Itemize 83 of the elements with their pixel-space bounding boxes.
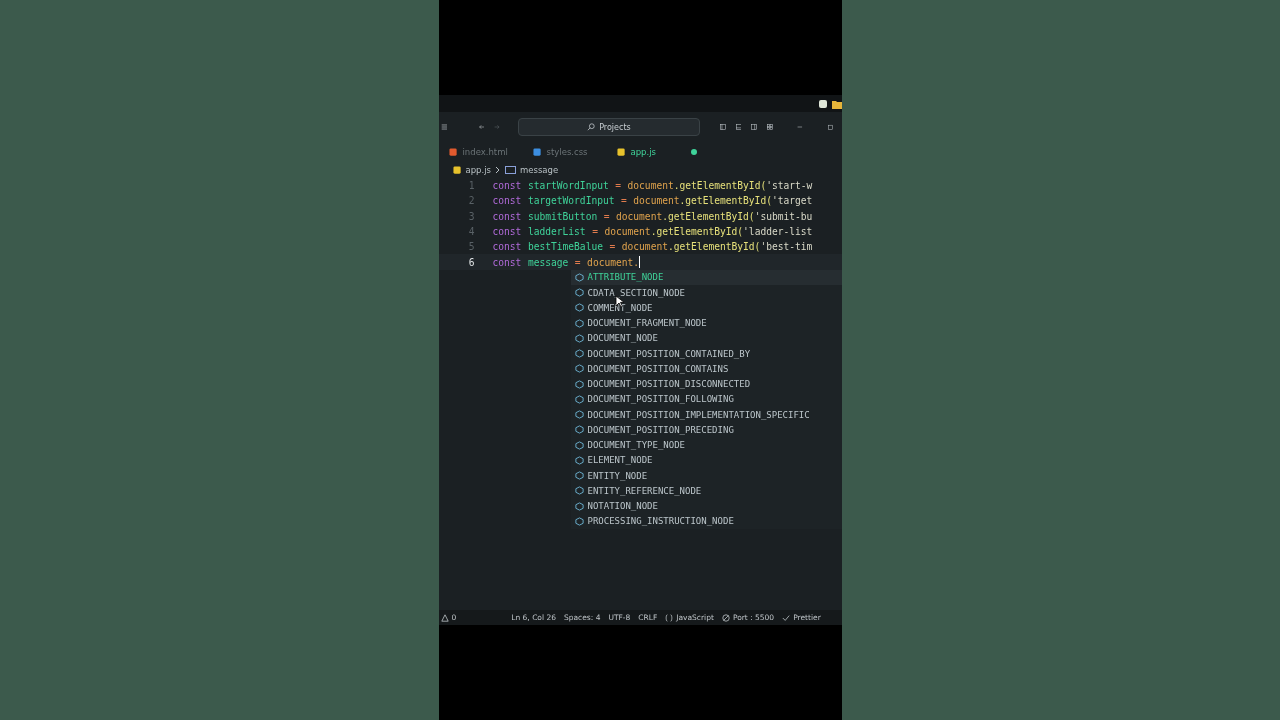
file-icon: [532, 147, 542, 157]
suggestion-item[interactable]: DOCUMENT_FRAGMENT_NODE: [570, 315, 842, 331]
braces-icon: [665, 613, 674, 622]
code-token: 'target: [771, 195, 813, 207]
suggestion-item[interactable]: PROCESSING_INSTRUCTION_NODE: [570, 513, 842, 530]
search-field[interactable]: Projects: [517, 118, 700, 136]
code-token: =: [603, 210, 610, 222]
menu-icon: [440, 122, 448, 132]
suggestion-item[interactable]: ELEMENT_NODE: [570, 452, 842, 469]
code-token: document: [627, 180, 674, 192]
folder-icon: [831, 98, 842, 109]
suggestion-item[interactable]: DOCUMENT_POSITION_CONTAINED_BY: [570, 346, 842, 362]
code-token: message: [527, 256, 569, 268]
suggestion-item[interactable]: NOTATION_NODE: [570, 498, 842, 514]
code-token: .getElementById(: [668, 241, 761, 253]
code-token: const: [492, 241, 522, 253]
code-token: 'start-w: [766, 180, 813, 192]
code-token: 'ladder-list: [743, 226, 813, 238]
code-token: const: [492, 195, 522, 207]
code-token: .getElementById(: [662, 210, 755, 222]
code-token: 'best-tim: [760, 241, 813, 253]
code-token: document.: [587, 256, 640, 268]
code-token: submitButton: [527, 210, 598, 222]
breadcrumb-item[interactable]: message: [520, 165, 559, 175]
code-token: document: [633, 195, 680, 207]
line-number: 1: [467, 180, 476, 192]
suggestion-item[interactable]: DOCUMENT_POSITION_DISCONNECTED: [570, 376, 842, 392]
code-token: .getElementById(: [650, 226, 744, 238]
layout-icon: [751, 122, 757, 132]
suggestion-item[interactable]: DOCUMENT_POSITION_CONTAINS: [570, 361, 842, 377]
code-token: =: [615, 180, 622, 192]
check-icon: [782, 613, 791, 622]
code-token: const: [492, 226, 522, 238]
file-icon: [616, 147, 626, 157]
layout-grid-icon: [766, 122, 773, 132]
code-token: 'submit-bu: [754, 210, 813, 222]
code-token: .getElementById(: [679, 195, 772, 207]
chevron-right-icon: [495, 166, 501, 174]
code-token: =: [574, 256, 581, 268]
line-number: 5: [467, 241, 476, 253]
code-token: .getElementById(: [673, 180, 767, 192]
code-token: ladderList: [527, 226, 586, 238]
forward-arrow-icon: [494, 122, 500, 132]
code-token: const: [492, 180, 522, 192]
editor-tab[interactable]: index.html: [448, 147, 527, 157]
code-token: document: [621, 241, 668, 253]
code-token: document: [616, 210, 663, 222]
blocked-icon: [721, 613, 730, 622]
editor-tab[interactable]: styles.css: [532, 147, 611, 157]
editor-tab[interactable]: app.js: [616, 147, 697, 157]
suggestion-item[interactable]: DOCUMENT_POSITION_FOLLOWING: [570, 391, 842, 408]
line-number: 4: [467, 226, 476, 238]
code-token: =: [621, 195, 627, 207]
layout-icon: [735, 122, 742, 132]
line-number: 3: [467, 210, 476, 222]
line-number: 2: [467, 195, 476, 207]
suggestion-item[interactable]: DOCUMENT_POSITION_PRECEDING: [570, 422, 842, 438]
suggestion-item[interactable]: DOCUMENT_TYPE_NODE: [570, 437, 842, 453]
code-token: const: [492, 210, 522, 222]
variable-icon: [505, 166, 516, 174]
back-arrow-icon: [478, 122, 485, 132]
code-token: bestTimeBalue: [527, 241, 603, 253]
breadcrumb-item[interactable]: app.js: [465, 165, 491, 175]
warning-icon: [440, 613, 449, 622]
app-icon: [817, 98, 828, 109]
modified-dot-icon: [690, 149, 697, 155]
code-token: targetWordInput: [527, 195, 615, 207]
search-icon: [587, 123, 596, 131]
layout-icon: [719, 122, 726, 132]
line-number: 6: [467, 256, 476, 268]
suggestion-item[interactable]: ENTITY_NODE: [570, 468, 842, 484]
suggestion-item[interactable]: ENTITY_REFERENCE_NODE: [570, 483, 842, 499]
code-token: =: [592, 226, 598, 238]
text-cursor: [639, 256, 641, 269]
suggestion-item[interactable]: COMMENT_NODE: [570, 300, 842, 316]
suggestion-item[interactable]: CDATA_SECTION_NODE: [570, 285, 842, 301]
maximize-icon: [828, 122, 834, 132]
suggestion-item[interactable]: DOCUMENT_POSITION_IMPLEMENTATION_SPECIFIC: [570, 407, 842, 423]
code-token: startWordInput: [527, 180, 609, 192]
code-token: const: [492, 256, 522, 268]
code-token: document: [604, 226, 651, 238]
code-token: =: [609, 241, 616, 253]
suggestion-item[interactable]: DOCUMENT_NODE: [570, 330, 842, 347]
